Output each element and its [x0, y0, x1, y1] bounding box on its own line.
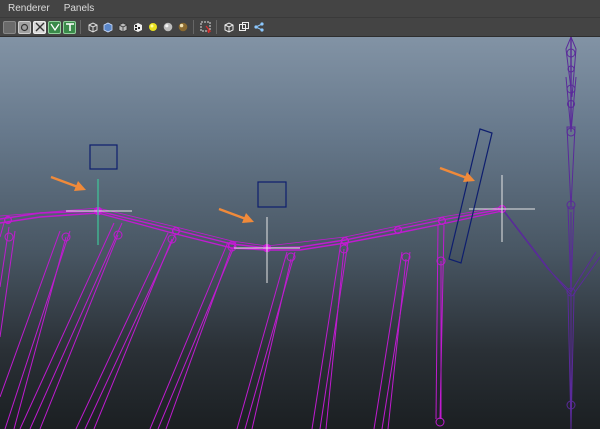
- snapshot-icon[interactable]: [18, 20, 31, 34]
- locator-3[interactable]: [469, 175, 535, 242]
- control-box-2[interactable]: [257, 181, 287, 208]
- control-box-1[interactable]: [89, 144, 118, 170]
- xray-joints-icon[interactable]: [237, 21, 250, 34]
- share-icon[interactable]: [252, 21, 265, 34]
- xray-cube-icon[interactable]: [222, 21, 235, 34]
- toolbar-separator: [193, 20, 194, 34]
- menu-renderer[interactable]: Renderer: [0, 0, 56, 17]
- toolbar-separator: [216, 20, 217, 34]
- control-box-3[interactable]: [448, 128, 493, 264]
- texture-text-icon[interactable]: [63, 20, 76, 34]
- wireframe-cube-icon[interactable]: [86, 21, 99, 34]
- smooth-shade-cube-icon[interactable]: [101, 21, 114, 34]
- main-bone-chain: [0, 204, 507, 253]
- shadows-sphere-icon[interactable]: [176, 21, 189, 34]
- menu-panels[interactable]: Panels: [56, 0, 101, 17]
- isolate-select-icon[interactable]: [199, 21, 212, 34]
- grid-icon[interactable]: [33, 20, 46, 34]
- viewport-scene: [0, 37, 600, 429]
- annotation-arrow-2: [218, 207, 247, 221]
- annotation-arrow-3: [439, 166, 468, 180]
- all-lights-sphere-icon[interactable]: [161, 21, 174, 34]
- default-light-icon[interactable]: [146, 21, 159, 34]
- toolbar-separator: [80, 20, 81, 34]
- select-camera-icon[interactable]: [3, 20, 16, 34]
- panel-toolbar: [0, 17, 600, 37]
- rig-skeleton-right: [501, 37, 600, 429]
- maya-panel: Renderer Panels: [0, 0, 600, 429]
- annotation-arrow-1: [50, 175, 79, 189]
- hanging-bone-chains: [0, 222, 446, 429]
- checker-texture-icon[interactable]: [131, 21, 144, 34]
- wireframe-on-shaded-icon[interactable]: [116, 21, 129, 34]
- panel-menubar: Renderer Panels: [0, 0, 600, 17]
- 3d-viewport[interactable]: [0, 37, 600, 429]
- wireframe-toggle-icon[interactable]: [48, 20, 61, 34]
